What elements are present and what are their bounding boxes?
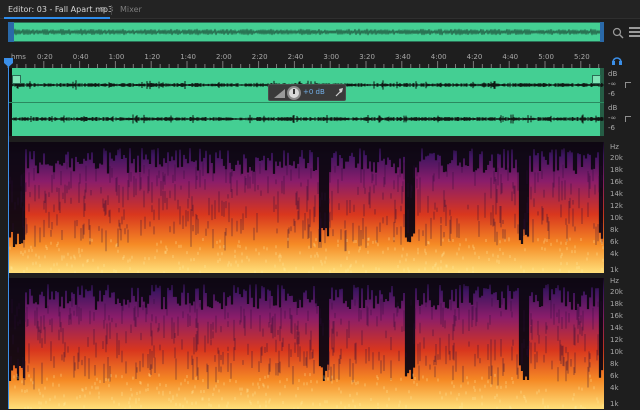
ruler-tick-label: 3:20	[359, 53, 375, 61]
playhead-line	[8, 66, 9, 409]
ruler-tick-label: 1:40	[180, 53, 196, 61]
ruler-tick-label: 1:20	[144, 53, 161, 61]
ruler-tick-label: 4:40	[502, 53, 519, 61]
tab-mixer[interactable]: Mixer	[120, 2, 142, 18]
freq-scale-label: 4k	[610, 384, 619, 392]
ruler-tick-label: 3:40	[395, 53, 411, 61]
ruler-tick-label: 0:40	[72, 53, 89, 61]
spectrogram-divider	[0, 274, 640, 277]
db-scale-label: -6	[608, 90, 615, 98]
db-scale-unit-2: dB	[608, 104, 618, 112]
ruler-tick-label: 3:00	[323, 53, 340, 61]
tab-editor[interactable]: Editor: 03 - Fall Apart.mp3	[8, 2, 113, 18]
time-ruler[interactable]: hms 0:20 0:40 1:00 1:20 1:40 2:00 2:20 2:40 3:00…	[0, 50, 640, 68]
ruler-tick-label: 4:00	[430, 53, 447, 61]
freq-scale-label: 16k	[610, 312, 623, 320]
ruler-unit-label: hms	[11, 53, 26, 61]
ruler-tick-label: 5:20	[574, 53, 590, 61]
freq-scale-unit: Hz	[610, 277, 619, 285]
ruler-tick-label: 1:00	[108, 53, 125, 61]
editor-tab-bar: Editor: 03 - Fall Apart.mp3 ≡ Mixer	[0, 0, 640, 19]
volume-value[interactable]: +0 dB	[303, 88, 325, 96]
db-scale-minus-inf: -∞	[608, 80, 617, 88]
channel-divider	[8, 102, 604, 103]
freq-scale-label: 20k	[610, 154, 623, 162]
fade-out-handle[interactable]	[592, 75, 601, 84]
freq-scale-label: 16k	[610, 178, 623, 186]
freq-scale-label: 12k	[610, 336, 623, 344]
overview-right-handle[interactable]	[600, 22, 604, 42]
freq-scale-label: 4k	[610, 250, 619, 258]
ruler-tick-label: 2:40	[287, 53, 304, 61]
freq-scale-label: 14k	[610, 324, 623, 332]
freq-scale-label: 18k	[610, 166, 623, 174]
tab-divider	[111, 5, 112, 15]
waveform-path	[8, 114, 604, 124]
freq-scale-label: 1k	[610, 266, 619, 274]
overview-left-handle[interactable]	[8, 22, 14, 42]
overview-wave-path	[9, 28, 603, 36]
freq-scale-label: 10k	[610, 348, 623, 356]
overview-navigator[interactable]	[8, 22, 604, 42]
overview-waveform	[9, 28, 603, 36]
channel1-marker-icon	[625, 82, 631, 88]
ruler-tick-label: 5:00	[538, 53, 554, 61]
freq-scale-label: 8k	[610, 360, 619, 368]
freq-scale-label: 20k	[610, 288, 623, 296]
freq-scale-label: 8k	[610, 226, 619, 234]
pin-icon[interactable]	[335, 87, 344, 100]
freq-scale-label: 14k	[610, 190, 623, 198]
ruler-tick-label: 2:00	[216, 53, 232, 61]
active-tab-indicator	[4, 17, 110, 19]
playhead-marker-icon[interactable]	[4, 58, 13, 67]
tab-menu-icon[interactable]: ≡	[99, 2, 107, 18]
fade-in-handle[interactable]	[12, 75, 21, 84]
freq-scale-unit: Hz	[610, 143, 619, 151]
db-scale-unit: dB	[608, 70, 618, 78]
freq-scale-label: 12k	[610, 202, 623, 210]
channel2-marker-icon	[625, 116, 631, 122]
freq-scale-label: 6k	[610, 238, 619, 246]
left-gutter	[0, 68, 8, 410]
freq-scale-label: 1k	[610, 400, 619, 408]
freq-scale-label: 18k	[610, 300, 623, 308]
hamburger-menu-icon[interactable]	[629, 27, 640, 39]
headphones-icon[interactable]	[610, 53, 624, 67]
freq-scale-label: 6k	[610, 372, 619, 380]
spectrogram-channel-2[interactable]	[8, 278, 604, 409]
zoom-magnifier-icon[interactable]	[612, 27, 624, 39]
level-meter-icon	[274, 89, 285, 98]
volume-hud[interactable]: +0 dB	[268, 84, 346, 101]
freq-scale-label: 10k	[610, 214, 623, 222]
ruler-tick-label: 0:20	[37, 53, 53, 61]
volume-knob[interactable]	[287, 86, 301, 100]
spectrogram-image-2	[8, 278, 604, 409]
spectrogram-image-1	[8, 142, 604, 273]
db-scale-label-2: -6	[608, 124, 615, 132]
spectrogram-channel-1[interactable]	[8, 142, 604, 273]
db-scale-minus-inf-2: -∞	[608, 114, 617, 122]
ruler-tick-label: 2:20	[251, 53, 268, 61]
ruler-tick-label: 4:20	[466, 53, 483, 61]
